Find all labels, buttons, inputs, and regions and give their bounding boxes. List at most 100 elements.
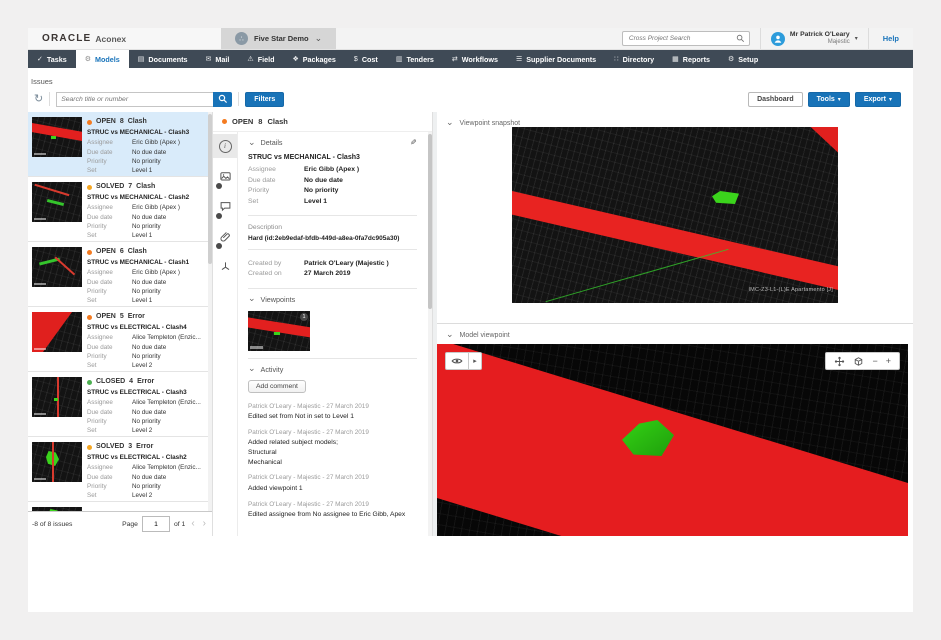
issue-thumbnail [32, 312, 82, 352]
nav-mail[interactable]: Mail [197, 50, 239, 68]
activity-meta: Patrick O'Leary - Majestic - 27 March 20… [248, 429, 417, 436]
pan-icon [834, 356, 845, 367]
nav-supplier-documents[interactable]: Supplier Documents [507, 50, 605, 68]
axis-icon [220, 261, 231, 272]
nav-directory[interactable]: Directory [605, 50, 663, 68]
dashboard-button[interactable]: Dashboard [748, 92, 803, 107]
nav-setup[interactable]: Setup [719, 50, 767, 68]
comments-tab[interactable] [213, 194, 237, 218]
activity-section-title[interactable]: Activity [261, 365, 284, 374]
issue-search-button[interactable] [213, 92, 232, 107]
status-dot [87, 315, 92, 320]
viewpoints-tab[interactable] [213, 164, 237, 188]
issue-list-item[interactable]: CLOSED4Error STRUC vs ELECTRICAL - Clash… [28, 372, 212, 437]
status-dot [87, 185, 92, 190]
top-header: ORACLE Aconex Five Star Demo Mr Patrick … [28, 28, 913, 50]
tasks-icon [37, 55, 43, 63]
details-section-title[interactable]: Details [261, 138, 283, 147]
cost-icon [354, 56, 358, 63]
collapse-icon[interactable] [248, 367, 256, 371]
issue-count: -8 of 8 issues [32, 521, 72, 528]
nav-packages[interactable]: Packages [283, 50, 344, 68]
detail-scrollbar[interactable] [428, 132, 432, 536]
issue-list-scrollbar[interactable] [208, 112, 212, 512]
attachments-tab[interactable] [213, 224, 237, 248]
reports-icon [672, 55, 679, 63]
nav-workflows[interactable]: Workflows [443, 50, 507, 68]
pagination: -8 of 8 issues Page of 1 [28, 511, 212, 536]
issue-list-item[interactable]: OPEN6Clash STRUC vs MECHANICAL - Clash1 … [28, 242, 212, 307]
nav-models[interactable]: Models [76, 50, 129, 68]
collapse-icon[interactable] [248, 297, 256, 301]
issues-toolbar: Filters Dashboard Tools Export [28, 86, 913, 112]
setup-icon [728, 55, 734, 63]
project-selector[interactable]: Five Star Demo [221, 28, 336, 49]
nav-tasks[interactable]: Tasks [28, 50, 76, 68]
set-value: Level 1 [304, 198, 327, 205]
status-dot [87, 445, 92, 450]
description-label: Description [248, 224, 417, 231]
user-caret-icon [855, 35, 858, 42]
expand-tools-button[interactable] [469, 352, 482, 370]
models-icon [85, 55, 91, 63]
activity-meta: Patrick O'Leary - Majestic - 27 March 20… [248, 501, 417, 508]
info-tab[interactable]: i [213, 134, 237, 158]
prev-page-button[interactable] [189, 519, 196, 529]
issue-search-input[interactable] [56, 92, 213, 107]
activity-text: Edited set from Not in set to Level 1 [248, 412, 417, 422]
user-menu[interactable]: Mr Patrick O'Leary Majestic [760, 28, 869, 49]
assignee-value: Eric Gibb (Apex ) [304, 166, 359, 173]
issue-list-item[interactable]: SOLVED7Clash STRUC vs MECHANICAL - Clash… [28, 177, 212, 242]
section-cube-button[interactable] [853, 356, 864, 367]
issue-list-item[interactable]: OPEN5Error STRUC vs ELECTRICAL - Clash4 … [28, 307, 212, 372]
edit-icon[interactable] [410, 138, 417, 147]
add-comment-button[interactable]: Add comment [248, 380, 306, 393]
visibility-button[interactable] [445, 352, 469, 370]
nav-tenders[interactable]: Tenders [387, 50, 443, 68]
user-text: Mr Patrick O'Leary Majestic [790, 31, 850, 46]
project-avatar [235, 32, 248, 45]
supplier-documents-icon [516, 55, 522, 63]
issue-thumbnail [32, 442, 82, 482]
model-3d-viewer[interactable]: − + [437, 344, 908, 536]
details-section: Details STRUC vs MECHANICAL - Clash3 Ass… [248, 132, 417, 216]
caret-down-icon [889, 96, 892, 103]
pan-button[interactable] [834, 356, 845, 367]
nav-field[interactable]: Field [238, 50, 283, 68]
nav-documents[interactable]: Documents [129, 50, 197, 68]
filters-button[interactable]: Filters [245, 92, 284, 107]
cube-icon [853, 356, 864, 367]
issue-list-panel: OPEN8Clash STRUC vs MECHANICAL - Clash3 … [28, 112, 213, 536]
activity-entry: Patrick O'Leary - Majestic - 27 March 20… [248, 501, 417, 520]
nav-cost[interactable]: Cost [345, 50, 387, 68]
tools-button[interactable]: Tools [808, 92, 850, 107]
issue-list-item[interactable]: OPEN8Clash STRUC vs MECHANICAL - Clash3 … [28, 112, 212, 177]
help-link[interactable]: Help [869, 28, 913, 49]
next-page-button[interactable] [201, 519, 208, 529]
cross-project-search[interactable] [622, 31, 750, 46]
activity-text: Added related subject models; Structural… [248, 438, 417, 467]
collapse-icon[interactable] [248, 141, 256, 145]
export-button[interactable]: Export [855, 92, 901, 107]
created-by-label: Created by [248, 260, 304, 267]
description-value: Hard (id:2eb9edaf-bfdb-449d-a8ea-0fa7dc9… [248, 235, 417, 242]
viewpoints-section-title[interactable]: Viewpoints [261, 295, 296, 304]
detail-content: Details STRUC vs MECHANICAL - Clash3 Ass… [238, 132, 427, 536]
model-viewpoint-title: Model viewpoint [460, 332, 510, 339]
model-axis-tab[interactable] [213, 254, 237, 278]
refresh-icon[interactable] [34, 94, 43, 105]
zoom-out-button[interactable]: − [872, 356, 877, 366]
app-window: ORACLE Aconex Five Star Demo Mr Patrick … [28, 28, 913, 612]
directory-icon [614, 55, 618, 63]
nav-reports[interactable]: Reports [663, 50, 719, 68]
issue-list-item[interactable]: SOLVED3Error STRUC vs ELECTRICAL - Clash… [28, 437, 212, 502]
cross-project-search-input[interactable] [627, 34, 736, 43]
model-viewpoint-header[interactable]: Model viewpoint [437, 324, 913, 342]
viewpoint-thumbnail[interactable]: 1 [248, 311, 310, 351]
zoom-in-button[interactable]: + [886, 356, 891, 366]
created-on-label: Created on [248, 270, 304, 277]
activity-entry: Patrick O'Leary - Majestic - 27 March 20… [248, 429, 417, 468]
activity-text: Edited assignee from No assignee to Eric… [248, 510, 417, 520]
page-label: Page [122, 521, 138, 528]
page-input[interactable] [142, 516, 170, 532]
